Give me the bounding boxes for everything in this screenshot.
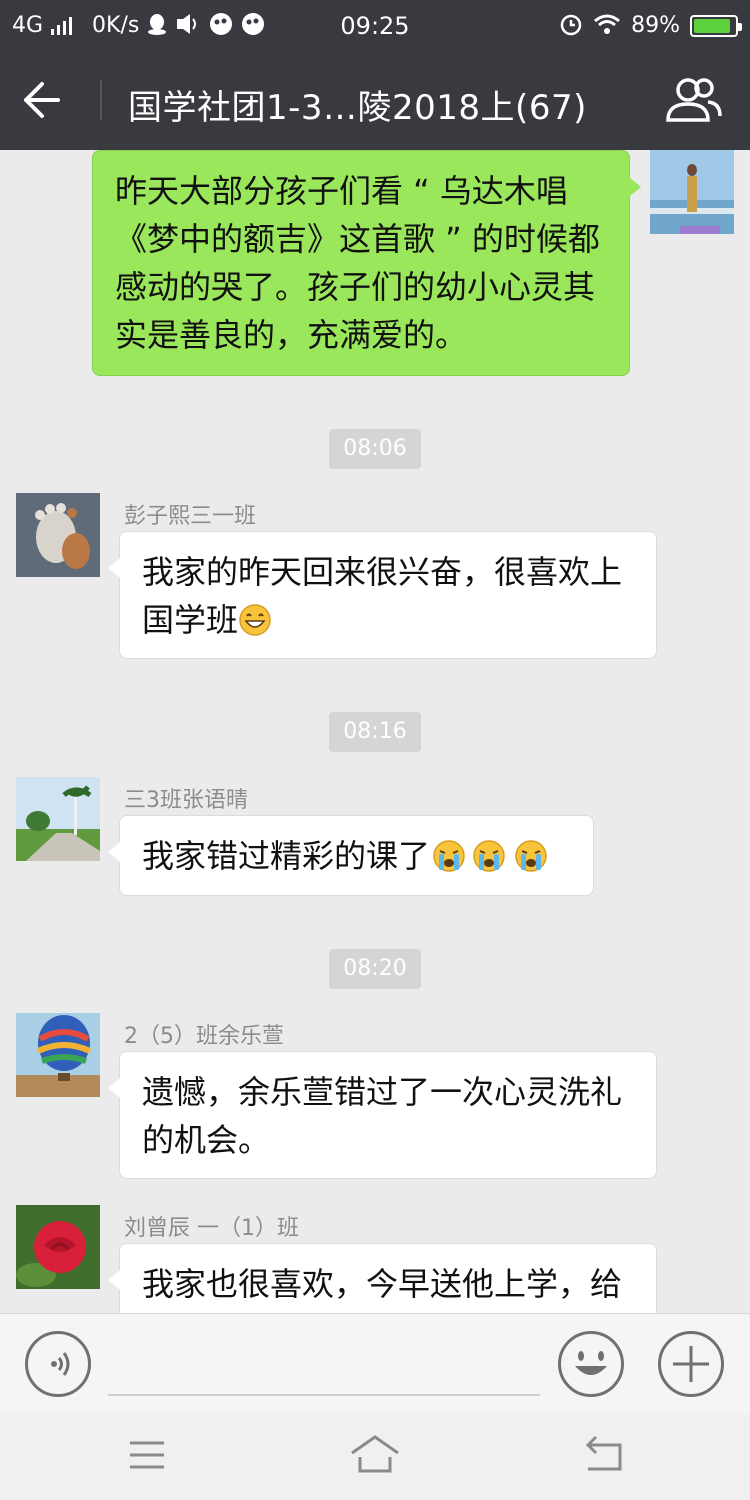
battery-fill [694, 18, 730, 33]
sender-name: 刘曾辰 一（1）班 [124, 1216, 299, 1241]
incoming-message-bubble[interactable]: 遗憾，余乐萱错过了一次心灵洗礼的机会。 [108, 1051, 657, 1179]
group-members-icon [666, 78, 722, 122]
timestamp: 08:20 [329, 949, 421, 989]
group-members-button[interactable] [664, 76, 724, 126]
grinning-emoji-icon [238, 602, 272, 650]
system-navigation-bar [0, 1413, 750, 1500]
incoming-message-bubble[interactable]: 我家错过精彩的课了 [108, 815, 594, 896]
sender-name: 彭子熙三一班 [124, 504, 257, 529]
timestamp: 08:06 [329, 429, 421, 469]
home-icon [351, 1435, 399, 1473]
menu-button[interactable] [122, 1433, 172, 1477]
voice-icon [51, 1352, 70, 1376]
incoming-message-bubble[interactable]: 我家的昨天回来很兴奋，很喜欢上国学班 [108, 531, 657, 659]
chat-title: 国学社团1-3…陵2018上(67) [128, 88, 587, 128]
incoming-message-bubble[interactable]: 我家也很喜欢，今早送他上学，给 [108, 1243, 657, 1313]
chat-header: 国学社团1-3…陵2018上(67) [0, 50, 750, 150]
back-nav-button[interactable] [578, 1433, 628, 1477]
chat-message-list[interactable]: 昨天大部分孩子们看 “ 乌达木唱《梦中的额吉》这首歌 ” 的时候都感动的哭了。孩… [0, 150, 750, 1313]
timestamp: 08:16 [329, 712, 421, 752]
home-button[interactable] [350, 1433, 400, 1477]
sender-avatar[interactable] [16, 493, 100, 577]
status-bar: 4G 0K/s 09:25 89% [0, 0, 750, 50]
sender-name: 三3班张语晴 [124, 788, 248, 813]
message-text: 我家的昨天回来很兴奋，很喜欢上国学班 [142, 553, 623, 639]
voice-input-button[interactable] [25, 1331, 91, 1397]
menu-icon [130, 1441, 164, 1469]
chat-input-bar [0, 1313, 750, 1413]
emoji-button[interactable] [558, 1331, 624, 1397]
wifi-icon [593, 13, 621, 38]
outgoing-message-bubble[interactable]: 昨天大部分孩子们看 “ 乌达木唱《梦中的额吉》这首歌 ” 的时候都感动的哭了。孩… [92, 150, 641, 376]
back-button[interactable] [22, 74, 82, 126]
battery-icon [690, 14, 742, 37]
sender-avatar[interactable] [16, 1013, 100, 1097]
status-right: 89% [559, 12, 742, 39]
plus-icon [673, 1346, 709, 1382]
battery-percent: 89% [631, 13, 680, 38]
crying-emoji-icon [430, 838, 468, 886]
alarm-icon [559, 12, 583, 39]
header-divider [100, 80, 102, 120]
message-input[interactable] [108, 1332, 540, 1396]
crying-emoji-icon [468, 838, 510, 886]
my-avatar[interactable] [650, 150, 734, 234]
sender-avatar[interactable] [16, 777, 100, 861]
sender-avatar[interactable] [16, 1205, 100, 1289]
message-text: 我家错过精彩的课了 [142, 837, 431, 875]
return-icon [585, 1435, 622, 1471]
message-text: 遗憾，余乐萱错过了一次心灵洗礼的机会。 [142, 1073, 623, 1159]
message-text: 昨天大部分孩子们看 “ 乌达木唱《梦中的额吉》这首歌 ” 的时候都感动的哭了。孩… [115, 172, 600, 354]
back-arrow-icon [24, 82, 60, 118]
more-options-button[interactable] [658, 1331, 724, 1397]
sender-name: 2（5）班余乐萱 [124, 1024, 284, 1049]
message-text: 我家也很喜欢，今早送他上学，给 [142, 1265, 623, 1303]
crying-emoji-icon [510, 838, 552, 886]
emoji-icon [575, 1351, 607, 1375]
